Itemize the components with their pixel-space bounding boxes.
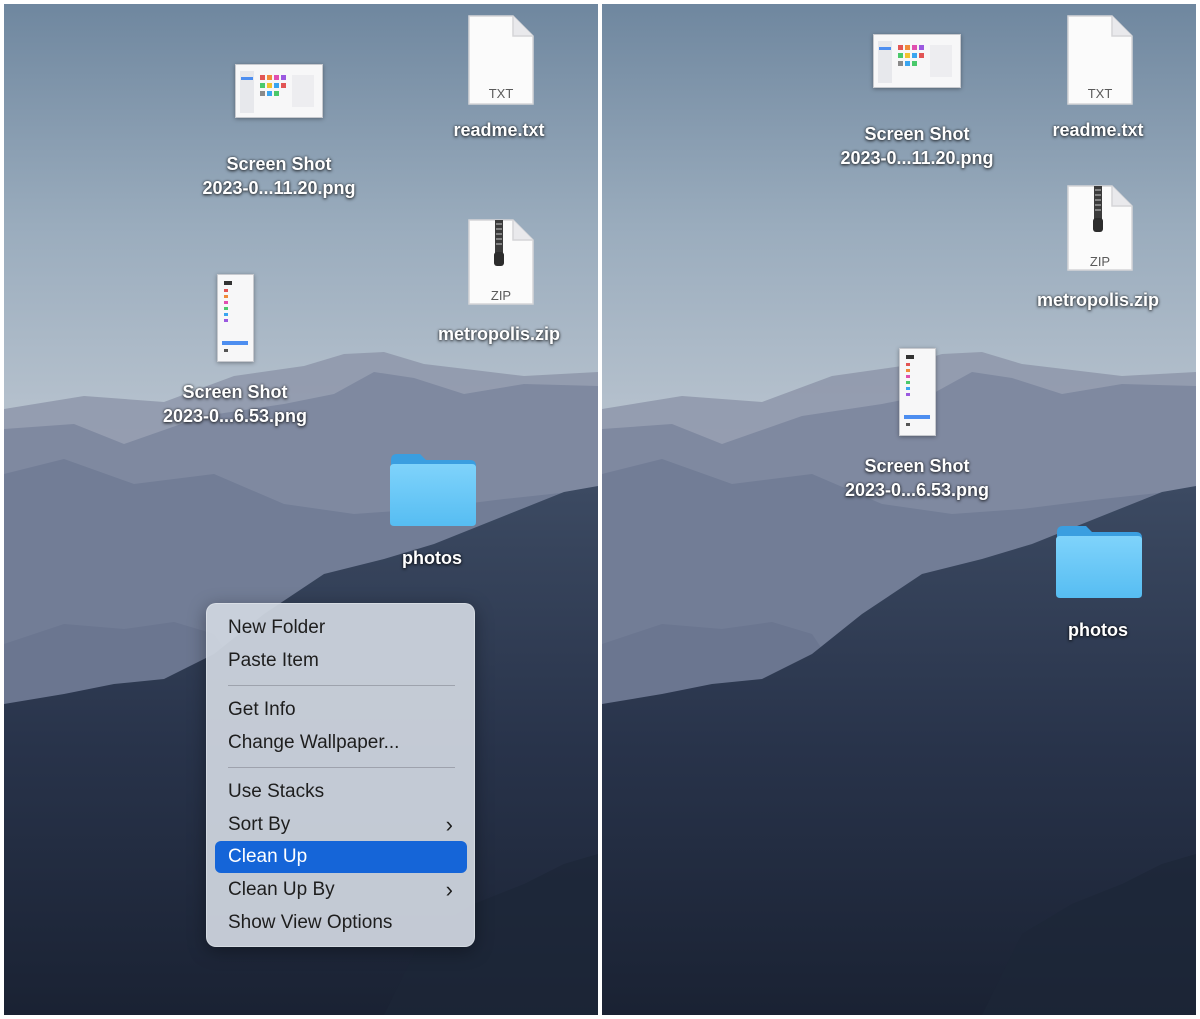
menu-item-clean-up[interactable]: Clean Up [215, 841, 467, 873]
screenshot-thumbnail [873, 34, 961, 88]
photos-folder-name: photos [402, 548, 462, 568]
desktop-context-menu: New Folder Paste Item Get Info Change Wa… [206, 603, 475, 947]
screenshot-file-name-line2: 2023-0...6.53.png [162, 406, 308, 426]
zip-file-name: metropolis.zip [437, 324, 560, 344]
desktop-before: Screen Shot 2023-0...11.20.png TXT readm… [4, 4, 598, 1015]
screenshot-thumbnail [899, 348, 936, 436]
text-document-icon: TXT [1066, 14, 1134, 106]
menu-item-change-wallpaper[interactable]: Change Wallpaper... [215, 727, 467, 759]
screenshot-file-name-line2: 2023-0...6.53.png [844, 480, 990, 500]
desktop-after: Screen Shot 2023-0...11.20.png TXT readm… [602, 4, 1196, 1015]
screenshot-file-name-line1: Screen Shot [864, 456, 970, 476]
screenshot-thumbnail [217, 274, 254, 362]
text-document-icon: TXT [467, 14, 535, 106]
screenshot-file-name-line2: 2023-0...11.20.png [202, 178, 356, 198]
menu-item-clean-up-by[interactable]: Clean Up By › [215, 874, 467, 906]
screenshot-file-name-line1: Screen Shot [182, 382, 288, 402]
menu-item-sort-by-label: Sort By [228, 814, 291, 835]
screenshot-file-name-line2: 2023-0...11.20.png [840, 148, 994, 168]
readme-file-name: readme.txt [453, 120, 545, 140]
chevron-right-icon: › [445, 877, 453, 902]
file-extension-label: ZIP [490, 288, 512, 303]
menu-item-show-view-options[interactable]: Show View Options [215, 907, 467, 939]
zip-archive-icon: ZIP [1066, 184, 1134, 272]
photos-folder-name: photos [1068, 620, 1128, 640]
file-extension-label: ZIP [1089, 254, 1111, 269]
menu-separator [228, 685, 455, 686]
screenshot-file-name-line1: Screen Shot [864, 124, 970, 144]
menu-item-clean-up-by-label: Clean Up By [228, 879, 335, 900]
file-extension-label: TXT [1087, 86, 1113, 101]
zip-file-name: metropolis.zip [1036, 290, 1159, 310]
menu-item-paste-item[interactable]: Paste Item [215, 645, 467, 677]
zip-archive-icon: ZIP [467, 218, 535, 306]
folder-icon [388, 450, 478, 528]
file-extension-label: TXT [488, 86, 514, 101]
screenshot-file-name-line1: Screen Shot [226, 154, 332, 174]
chevron-right-icon: › [445, 812, 453, 837]
menu-item-sort-by[interactable]: Sort By › [215, 809, 467, 841]
menu-separator [228, 767, 455, 768]
menu-item-use-stacks[interactable]: Use Stacks [215, 776, 467, 808]
menu-item-new-folder[interactable]: New Folder [215, 612, 467, 644]
readme-file-name: readme.txt [1052, 120, 1144, 140]
menu-item-get-info[interactable]: Get Info [215, 694, 467, 726]
screenshot-thumbnail [235, 64, 323, 118]
folder-icon [1054, 522, 1144, 600]
